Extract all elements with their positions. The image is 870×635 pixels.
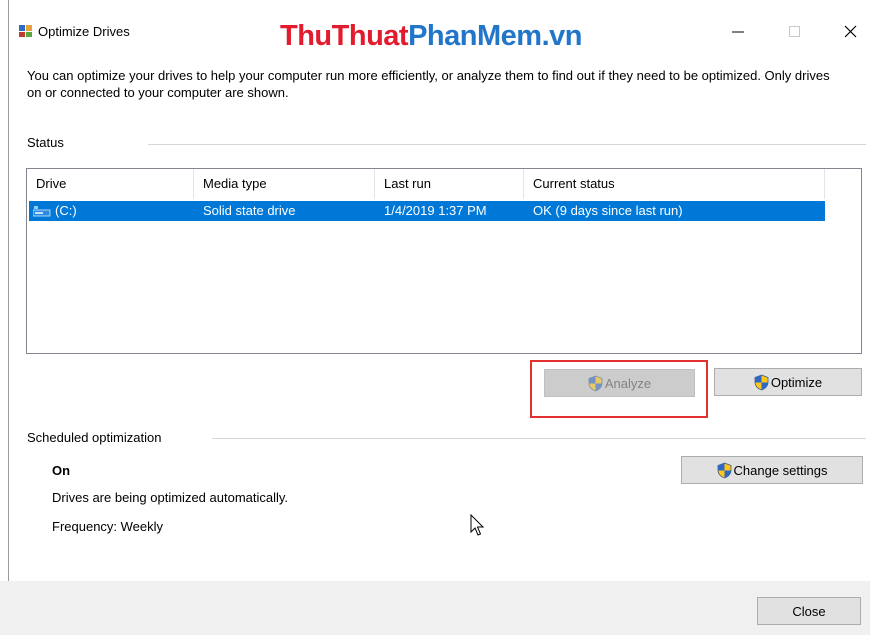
change-settings-button-label: Change settings <box>733 462 828 478</box>
analyze-highlight-annotation <box>530 360 708 418</box>
uac-shield-icon <box>717 462 731 478</box>
defrag-app-icon <box>19 25 32 37</box>
dialog-footer: Close <box>0 581 870 635</box>
mouse-cursor-icon <box>470 514 485 536</box>
optimize-button-label: Optimize <box>770 374 823 390</box>
optimize-button[interactable]: Optimize <box>714 368 862 396</box>
close-button-label: Close <box>792 603 826 619</box>
drive-list-header: Drive Media type Last run Current status <box>27 169 825 199</box>
schedule-divider <box>212 438 866 439</box>
drive-row-selected[interactable]: (C:) Solid state drive 1/4/2019 1:37 PM … <box>29 201 825 221</box>
schedule-section-label: Scheduled optimization <box>27 430 162 445</box>
drive-cell-name: (C:) <box>55 203 77 218</box>
uac-shield-icon <box>754 374 769 390</box>
watermark-part-3: .vn <box>541 20 583 52</box>
drive-cell-last-run: 1/4/2019 1:37 PM <box>384 203 487 218</box>
close-window-button[interactable] <box>826 12 870 44</box>
schedule-description: Drives are being optimized automatically… <box>52 490 289 505</box>
column-header-current-status[interactable]: Current status <box>524 169 825 199</box>
status-divider <box>148 144 866 145</box>
description-text: You can optimize your drives to help you… <box>27 68 830 100</box>
watermark-part-2: PhanMem <box>408 20 542 52</box>
status-section-label: Status <box>27 135 64 150</box>
drive-cell-current-status: OK (9 days since last run) <box>533 203 683 218</box>
schedule-state: On <box>52 463 71 478</box>
window-title: Optimize Drives <box>38 24 130 39</box>
close-icon <box>844 25 857 38</box>
drive-cell-media-type: Solid state drive <box>203 203 296 218</box>
column-header-last-run[interactable]: Last run <box>375 169 524 199</box>
maximize-icon <box>789 26 800 37</box>
watermark-part-1: ThuThuat <box>280 20 409 52</box>
drive-list[interactable]: Drive Media type Last run Current status… <box>26 168 862 354</box>
drive-icon <box>33 206 51 217</box>
column-header-drive[interactable]: Drive <box>27 169 194 199</box>
minimize-button[interactable] <box>718 12 764 44</box>
minimize-icon <box>732 31 744 33</box>
column-header-media-type[interactable]: Media type <box>194 169 375 199</box>
optimize-drives-window: Optimize Drives ThuThuatPhanMem.vn You c… <box>0 0 870 635</box>
schedule-frequency: Frequency: Weekly <box>52 519 164 534</box>
title-bar[interactable]: Optimize Drives ThuThuatPhanMem.vn <box>0 0 870 62</box>
watermark-logo: ThuThuatPhanMem.vn <box>280 18 582 54</box>
window-border <box>8 0 9 600</box>
change-settings-button[interactable]: Change settings <box>681 456 863 484</box>
close-button[interactable]: Close <box>757 597 861 625</box>
maximize-button[interactable] <box>772 12 818 44</box>
